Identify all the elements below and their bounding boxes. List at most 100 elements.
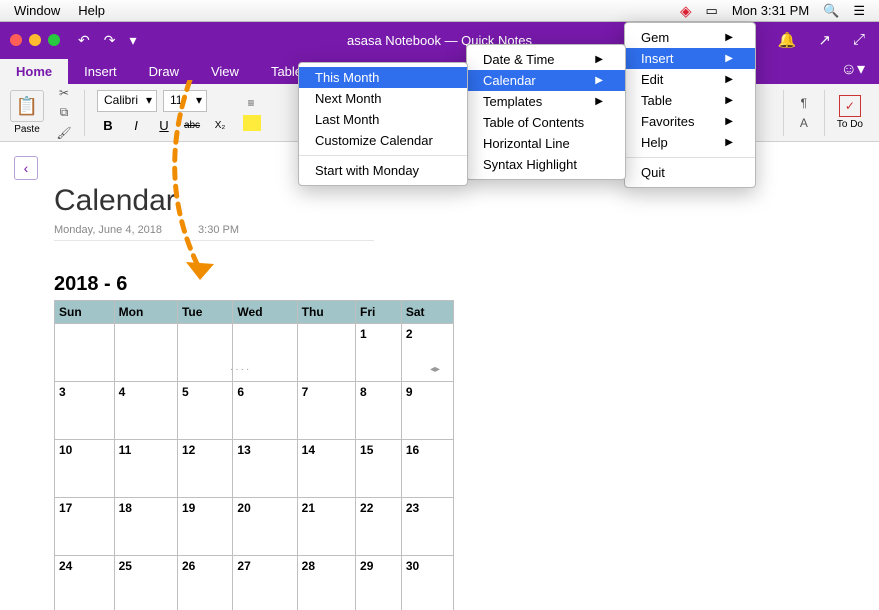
calendar-start-monday[interactable]: Start with Monday [299,160,467,181]
calendar-cell[interactable] [177,324,232,382]
calendar-cell[interactable] [114,324,177,382]
undo-icon[interactable]: ↶ [78,32,90,49]
calendar-cell[interactable]: 26 [177,556,232,610]
calendar-cell[interactable]: 18 [114,498,177,556]
paste-button[interactable]: 📋 [10,90,44,122]
calendar-container[interactable]: 2018 - 6 Sun Mon Tue Wed Thu Fri Sat 123… [54,269,454,610]
underline-button[interactable]: U [153,116,175,136]
calendar-cell[interactable]: 17 [55,498,115,556]
calendar-last-month[interactable]: Last Month [299,109,467,130]
calendar-cell[interactable]: 6 [233,382,297,440]
redo-icon[interactable]: ↷ [104,32,116,49]
gem-menu-insert[interactable]: Insert▶ [625,48,755,69]
calendar-cell[interactable]: 5 [177,382,232,440]
close-window-button[interactable] [10,34,22,46]
gem-status-icon[interactable]: ◈ [680,2,692,20]
gem-menu-favorites[interactable]: Favorites▶ [625,111,755,132]
calendar-this-month[interactable]: This Month [299,67,467,88]
insert-toc[interactable]: Table of Contents [467,112,625,133]
calendar-cell[interactable]: 1 [356,324,402,382]
day-header: Thu [297,301,355,324]
copy-icon[interactable]: ⧉ [56,105,72,121]
calendar-cell[interactable]: 29 [356,556,402,610]
gem-menu-gem[interactable]: Gem▶ [625,27,755,48]
calendar-cell[interactable]: 23 [401,498,453,556]
gem-menu-help[interactable]: Help▶ [625,132,755,153]
gem-menu-quit[interactable]: Quit [625,162,755,183]
calendar-cell[interactable]: 15 [356,440,402,498]
insert-hline[interactable]: Horizontal Line [467,133,625,154]
gem-menu-edit[interactable]: Edit▶ [625,69,755,90]
tab-view[interactable]: View [195,59,255,84]
calendar-cell[interactable]: 25 [114,556,177,610]
zoom-window-button[interactable] [48,34,60,46]
tab-insert[interactable]: Insert [68,59,133,84]
heading1-icon[interactable]: ¶ [796,95,812,111]
calendar-cell[interactable]: 20 [233,498,297,556]
tab-home[interactable]: Home [0,59,68,84]
share-icon[interactable]: ↗ [818,31,831,49]
insert-calendar[interactable]: Calendar▶ [467,70,625,91]
insert-syntax[interactable]: Syntax Highlight [467,154,625,175]
calendar-row: 10111213141516 [55,440,454,498]
subscript-button[interactable]: X₂ [209,116,231,136]
cut-icon[interactable]: ✂ [56,85,72,101]
calendar-cell[interactable]: 13 [233,440,297,498]
container-handle[interactable]: ···· [230,364,251,375]
calendar-cell[interactable]: 2 [401,324,453,382]
calendar-cell[interactable]: 27 [233,556,297,610]
fullscreen-icon[interactable]: ⤢ [853,31,865,49]
calendar-customize[interactable]: Customize Calendar [299,130,467,151]
customize-qat-icon[interactable]: ▾ [129,32,136,49]
page-canvas: ‹ Calendar Monday, June 4, 2018 3:30 PM … [0,142,879,610]
mac-menu-help[interactable]: Help [78,3,105,18]
italic-button[interactable]: I [125,116,147,136]
calendar-cell[interactable]: 11 [114,440,177,498]
minimize-window-button[interactable] [29,34,41,46]
calendar-cell[interactable]: 4 [114,382,177,440]
strikethrough-button[interactable]: abc [181,116,203,136]
day-header: Fri [356,301,402,324]
calendar-cell[interactable]: 16 [401,440,453,498]
insert-datetime[interactable]: Date & Time▶ [467,49,625,70]
mac-menu-window[interactable]: Window [14,3,60,18]
calendar-cell[interactable] [297,324,355,382]
clear-format-icon[interactable]: A [796,115,812,131]
gem-menu-table[interactable]: Table▶ [625,90,755,111]
calendar-cell[interactable]: 28 [297,556,355,610]
todo-tag-button[interactable]: ✓ [839,95,861,117]
back-button[interactable]: ‹ [14,156,38,180]
bold-button[interactable]: B [97,116,119,136]
calendar-cell[interactable] [55,324,115,382]
font-family-select[interactable]: Calibri ▾ [97,90,157,112]
calendar-cell[interactable]: 22 [356,498,402,556]
calendar-cell[interactable]: 21 [297,498,355,556]
bullet-list-icon[interactable]: ≡ [243,95,259,111]
page-title[interactable]: Calendar [54,184,879,218]
menu-extras-icon[interactable]: ☰ [853,3,865,19]
gem-menu: Gem▶ Insert▶ Edit▶ Table▶ Favorites▶ Hel… [624,22,756,188]
calendar-cell[interactable]: 9 [401,382,453,440]
calendar-cell[interactable]: 30 [401,556,453,610]
container-resize[interactable]: ◂▸ [430,364,440,375]
calendar-cell[interactable]: 12 [177,440,232,498]
window-controls [10,34,60,46]
calendar-next-month[interactable]: Next Month [299,88,467,109]
tab-draw[interactable]: Draw [133,59,195,84]
calendar-cell[interactable]: 7 [297,382,355,440]
clock[interactable]: Mon 3:31 PM [732,3,809,18]
highlight-icon[interactable] [243,115,261,131]
format-painter-icon[interactable]: 🖌 [56,125,72,141]
calendar-cell[interactable]: 14 [297,440,355,498]
calendar-cell[interactable]: 8 [356,382,402,440]
account-icon[interactable]: ☺▾ [827,54,879,84]
spotlight-icon[interactable]: 🔍 [823,3,839,19]
calendar-cell[interactable]: 24 [55,556,115,610]
insert-templates[interactable]: Templates▶ [467,91,625,112]
calendar-cell[interactable]: 19 [177,498,232,556]
font-size-select[interactable]: 11 ▾ [163,90,207,112]
calendar-cell[interactable]: 10 [55,440,115,498]
calendar-cell[interactable]: 3 [55,382,115,440]
airplay-icon[interactable]: ▭ [706,3,718,19]
notifications-icon[interactable]: 🔔 [778,31,797,49]
